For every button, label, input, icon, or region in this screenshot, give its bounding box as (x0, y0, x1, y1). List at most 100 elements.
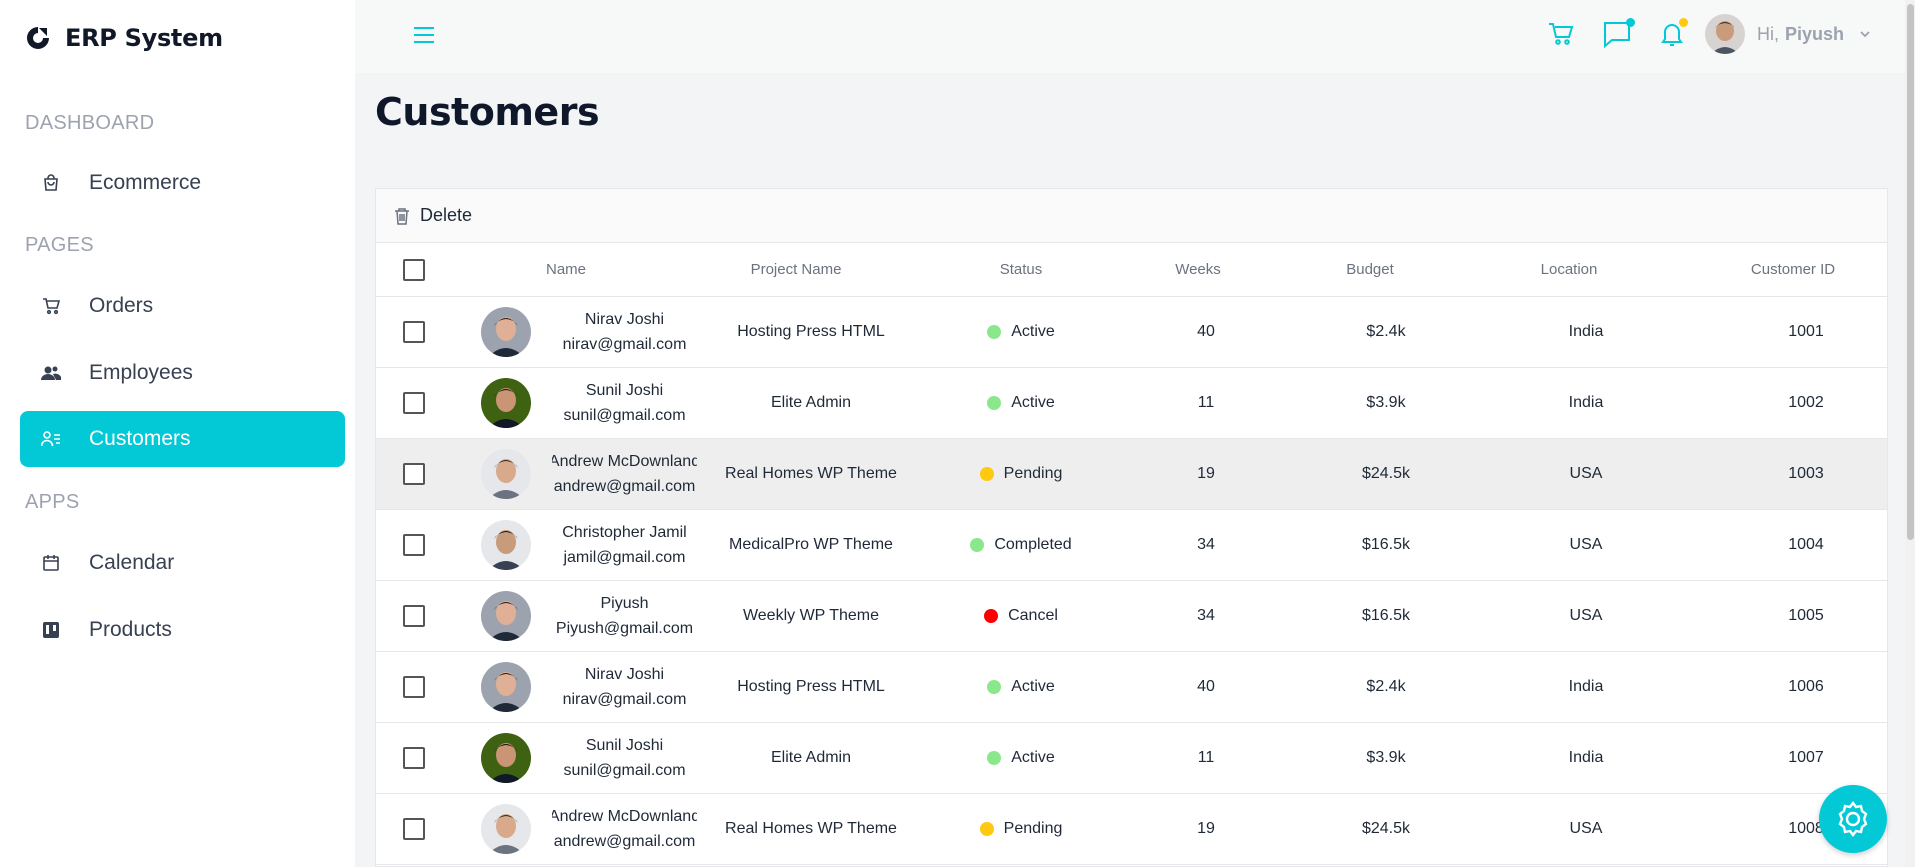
settings-button[interactable] (1819, 785, 1887, 853)
customer-name: Andrew McDownland (552, 453, 697, 470)
avatar (481, 733, 531, 783)
grid-header: Name Project Name Status Weeks Budget Lo… (376, 243, 1887, 297)
column-header-project[interactable]: Project Name (751, 261, 842, 278)
weeks-value: 40 (1197, 323, 1215, 340)
sidebar-item-products[interactable]: Products (20, 602, 345, 658)
budget-value: $16.5k (1361, 607, 1411, 624)
grid-body: Nirav Joshi nirav@gmail.com Hosting Press … (376, 297, 1887, 865)
location-value: USA (1569, 536, 1603, 553)
grid-toolbar: Delete (376, 189, 1887, 243)
weeks-value: 11 (1197, 749, 1215, 766)
status-dot (979, 822, 994, 836)
status-badge: Active (987, 394, 1055, 412)
sidebar-item-calendar[interactable]: Calendar (20, 535, 345, 591)
sidebar-item-orders[interactable]: Orders (20, 278, 345, 334)
weeks-value: 34 (1197, 607, 1215, 624)
user-name: Piyush (1785, 23, 1845, 44)
customer-email: sunil@gmail.com (563, 762, 686, 779)
status-label: Pending (1003, 465, 1063, 482)
column-header-location[interactable]: Location (1541, 261, 1598, 278)
calendar-icon (40, 552, 62, 574)
table-row[interactable]: Nirav Joshi nirav@gmail.com Hosting Press … (376, 297, 1887, 368)
customer-id: 1004 (1788, 536, 1824, 553)
menu-icon[interactable] (411, 22, 437, 48)
row-checkbox[interactable] (402, 818, 425, 840)
column-header-name[interactable]: Name (546, 261, 586, 278)
status-dot (970, 538, 985, 552)
customer-email: sunil@gmail.com (563, 407, 686, 424)
table-row[interactable]: Sunil Joshi sunil@gmail.com Elite Admin Act… (376, 368, 1887, 439)
location-value: USA (1569, 820, 1603, 837)
row-checkbox[interactable] (402, 463, 425, 485)
budget-value: $24.5k (1361, 820, 1411, 837)
row-checkbox[interactable] (402, 676, 425, 698)
budget-value: $2.4k (1366, 678, 1406, 695)
customer-id: 1002 (1788, 394, 1824, 411)
customer-email: nirav@gmail.com (562, 691, 687, 708)
table-row[interactable]: Nirav Joshi nirav@gmail.com Hosting Press … (376, 652, 1887, 723)
table-row[interactable]: Andrew McDownland andrew@gmail.com Real Ho… (376, 439, 1887, 510)
customer-id: 1005 (1788, 607, 1824, 624)
avatar (481, 804, 531, 854)
notifications-button[interactable] (1657, 18, 1688, 49)
row-checkbox[interactable] (402, 747, 425, 769)
column-header-weeks[interactable]: Weeks (1175, 261, 1221, 278)
sidebar-item-employees[interactable]: Employees (20, 345, 345, 401)
customer-email: andrew@gmail.com (553, 833, 696, 850)
table-row[interactable]: Sunil Joshi sunil@gmail.com Elite Admin Act… (376, 723, 1887, 794)
table-row[interactable]: Christopher Jamil jamil@gmail.com MedicalP… (376, 510, 1887, 581)
location-value: India (1568, 394, 1604, 411)
row-checkbox[interactable] (402, 392, 425, 414)
user-menu[interactable]: Hi, Piyush (1705, 13, 1872, 55)
status-badge: Cancel (984, 607, 1058, 625)
sidebar-item-label: Customers (89, 427, 191, 450)
row-checkbox[interactable] (402, 605, 425, 627)
delete-button[interactable]: Delete (394, 205, 472, 226)
status-label: Cancel (1008, 607, 1058, 624)
row-checkbox[interactable] (402, 534, 425, 556)
column-header-budget[interactable]: Budget (1346, 261, 1394, 278)
logo-icon (27, 27, 49, 49)
select-all-checkbox[interactable] (402, 258, 425, 281)
status-dot (987, 396, 1002, 410)
location-value: India (1568, 678, 1604, 695)
table-row[interactable]: Piyush Piyush@gmail.com Weekly WP Theme Can… (376, 581, 1887, 652)
user-list-icon (40, 428, 62, 450)
column-header-status[interactable]: Status (1000, 261, 1043, 278)
project-name: Real Homes WP Theme (725, 465, 897, 482)
customer-name: Christopher Jamil (562, 524, 687, 541)
budget-value: $24.5k (1361, 465, 1411, 482)
sidebar-item-ecommerce[interactable]: Ecommerce (20, 155, 345, 211)
sidebar: ERP System DASHBOARD Ecommerce PAGES Ord… (0, 0, 355, 867)
budget-value: $3.9k (1366, 394, 1406, 411)
column-header-customer-id[interactable]: Customer ID (1751, 261, 1835, 278)
status-dot (987, 751, 1002, 765)
chat-button[interactable] (1602, 18, 1635, 49)
cart-button[interactable] (1546, 19, 1576, 49)
greeting: Hi, (1757, 23, 1779, 44)
customer-id: 1003 (1788, 465, 1824, 482)
app-logo[interactable]: ERP System (25, 24, 223, 52)
status-label: Active (1011, 678, 1055, 695)
table-row[interactable]: Andrew McDownland andrew@gmail.com Real Ho… (376, 794, 1887, 865)
row-checkbox[interactable] (402, 321, 425, 343)
project-name: Hosting Press HTML (737, 323, 885, 340)
section-title-dashboard: DASHBOARD (25, 112, 155, 134)
cart-icon (1549, 23, 1574, 45)
section-title-apps: APPS (25, 491, 80, 513)
users-icon (40, 362, 62, 384)
customer-email: jamil@gmail.com (563, 549, 686, 566)
sidebar-item-label: Calendar (89, 551, 175, 574)
scrollbar-thumb[interactable] (1907, 4, 1914, 540)
status-badge: Completed (970, 536, 1072, 554)
page-title: Customers (375, 90, 600, 134)
status-label: Active (1011, 749, 1055, 766)
app-title: ERP System (65, 24, 223, 52)
location-value: USA (1569, 465, 1603, 482)
sidebar-item-customers[interactable]: Customers (20, 411, 345, 467)
weeks-value: 19 (1197, 465, 1215, 482)
project-name: Hosting Press HTML (737, 678, 885, 695)
customer-id: 1006 (1788, 678, 1824, 695)
status-dot (987, 680, 1002, 694)
status-label: Pending (1003, 820, 1063, 837)
